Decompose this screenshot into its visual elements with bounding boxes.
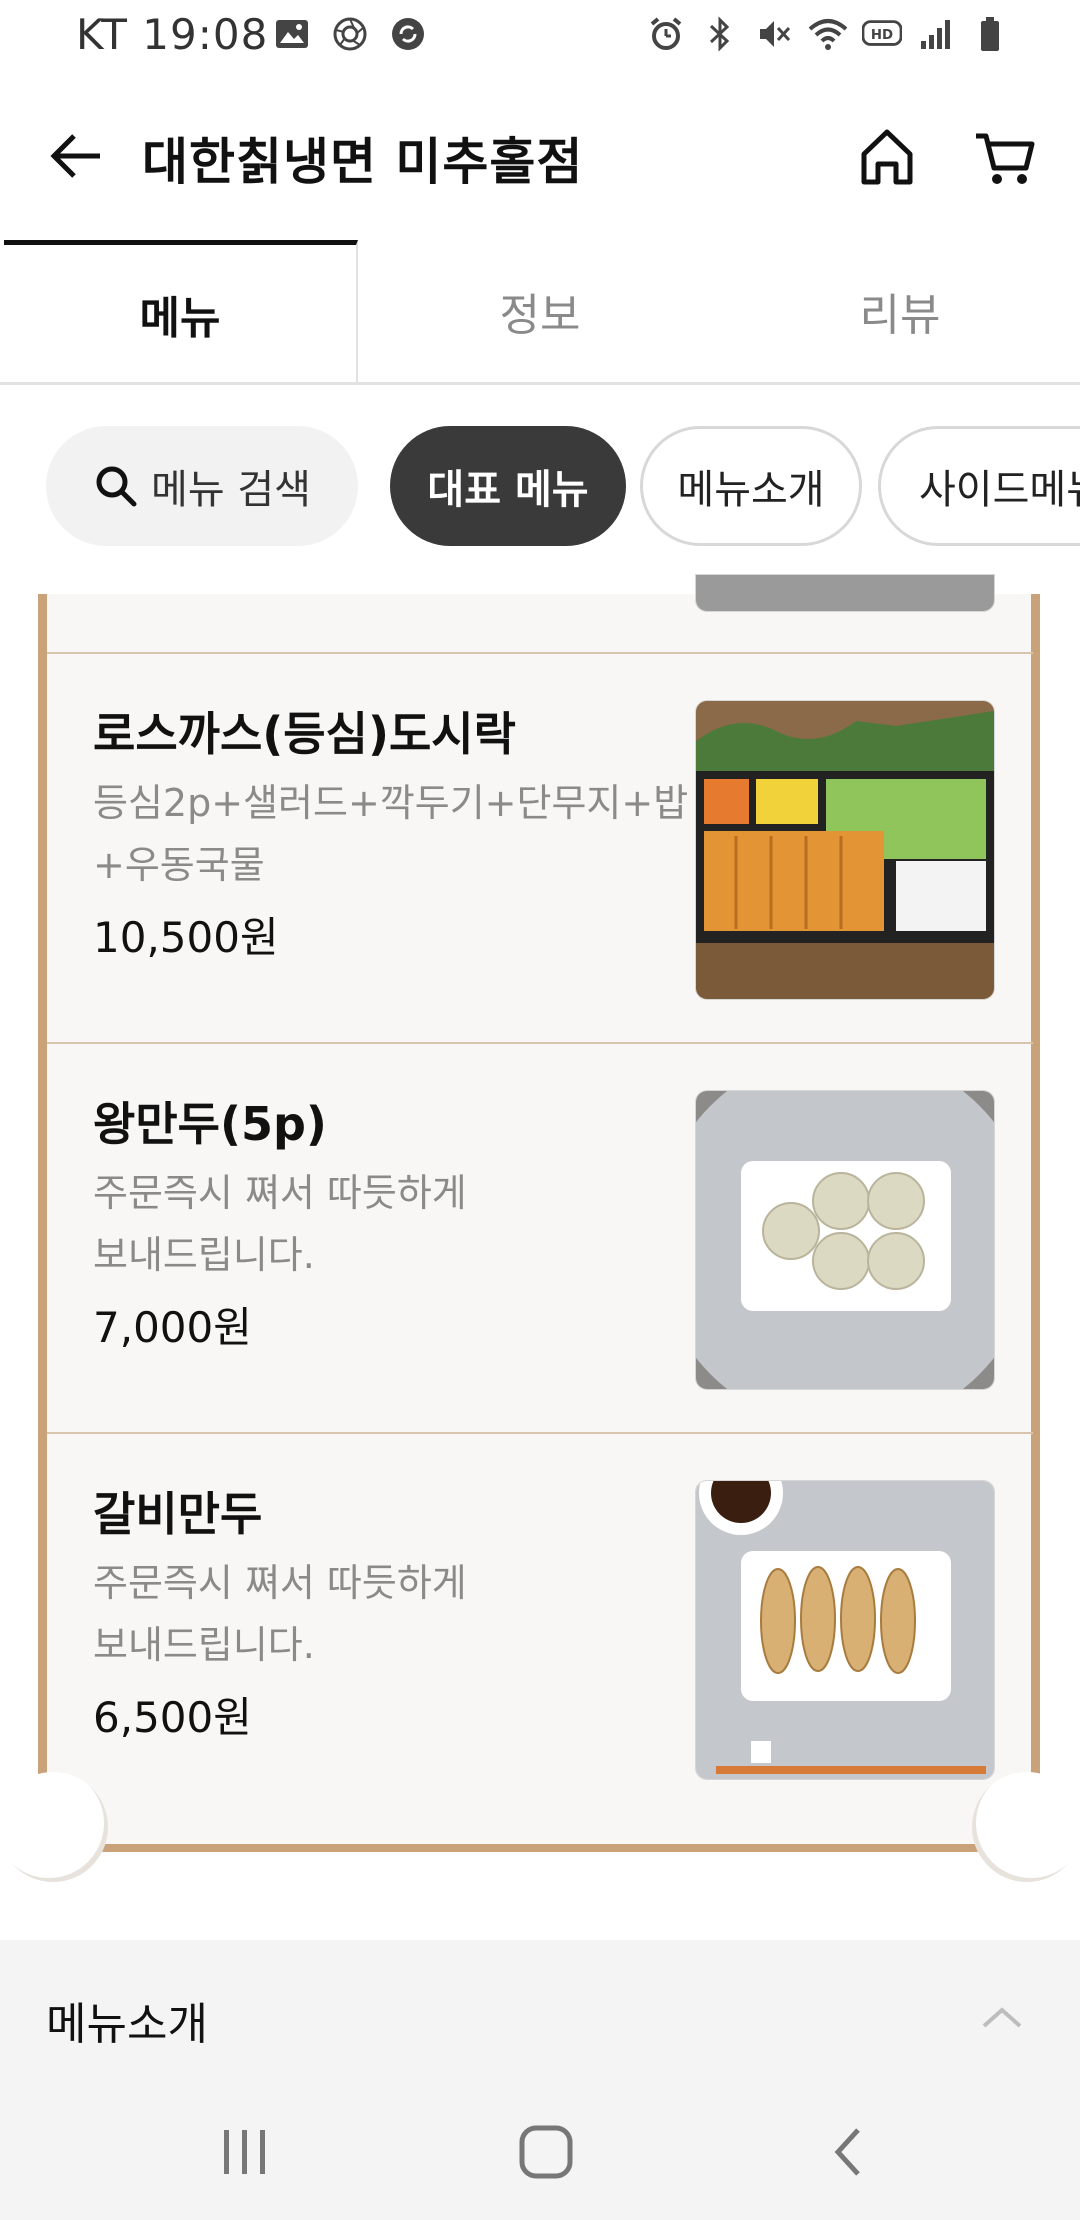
menu-item-image bbox=[695, 1090, 995, 1390]
alarm-icon bbox=[646, 14, 686, 54]
bluetooth-icon bbox=[700, 14, 740, 54]
aperture-icon bbox=[330, 14, 370, 54]
section-title: 메뉴소개 bbox=[46, 1999, 208, 2050]
menu-item-name: 갈비만두 bbox=[93, 1487, 263, 1541]
signal-icon bbox=[916, 14, 956, 54]
status-time: KT 19:08 bbox=[76, 10, 269, 59]
menu-item-desc: 주문즉시 쪄서 따듯하게 보내드립니다. bbox=[93, 1162, 693, 1286]
tab-review[interactable]: 리뷰 bbox=[720, 240, 1080, 382]
sync-icon bbox=[388, 14, 428, 54]
menu-item-price: 6,500원 bbox=[93, 1693, 252, 1742]
cart-icon[interactable] bbox=[970, 122, 1040, 192]
wifi-icon bbox=[808, 14, 848, 54]
menu-card: 로스까스(등심)도시락 등심2p+샐러드+깍두기+단무지+밥 +우동국물 10,… bbox=[0, 574, 1080, 1884]
chip-menu-intro[interactable]: 메뉴소개 bbox=[640, 426, 862, 546]
menu-item-desc-line: 보내드립니다. bbox=[93, 1233, 315, 1277]
system-nav-bar bbox=[0, 2080, 1080, 2220]
menu-item-desc: 등심2p+샐러드+깍두기+단무지+밥 +우동국물 bbox=[93, 772, 693, 896]
menu-item-price: 7,000원 bbox=[93, 1303, 252, 1352]
chip-side-menu[interactable]: 사이드메뉴 bbox=[878, 426, 1080, 546]
home-icon[interactable] bbox=[852, 122, 922, 192]
menu-item-desc-line: 주문즉시 쪄서 따듯하게 bbox=[93, 1171, 467, 1215]
tab-info[interactable]: 정보 bbox=[360, 240, 720, 382]
menu-item-desc: 주문즉시 쪄서 따듯하게 보내드립니다. bbox=[93, 1552, 693, 1676]
menu-item-desc-line: +우동국물 bbox=[93, 843, 265, 887]
gallery-icon bbox=[272, 14, 312, 54]
mute-icon bbox=[754, 14, 794, 54]
search-icon bbox=[96, 466, 137, 507]
menu-intro-section-header[interactable]: 메뉴소개 bbox=[0, 1940, 1080, 2080]
menu-item[interactable]: 왕만두(5p) 주문즉시 쪄서 따듯하게 보내드립니다. 7,000원 bbox=[47, 1042, 1033, 1434]
menu-item[interactable]: 갈비만두 주문즉시 쪄서 따듯하게 보내드립니다. 6,500원 bbox=[47, 1432, 1033, 1824]
menu-item-desc-line: 주문즉시 쪄서 따듯하게 bbox=[93, 1561, 467, 1605]
menu-item-name: 로스까스(등심)도시락 bbox=[93, 707, 516, 761]
menu-search-label: 메뉴 검색 bbox=[151, 467, 311, 513]
menu-search-button[interactable]: 메뉴 검색 bbox=[46, 426, 358, 546]
home-circle-icon[interactable] bbox=[514, 2120, 578, 2184]
previous-item-image bbox=[695, 574, 995, 612]
menu-item-image bbox=[695, 1480, 995, 1780]
arrow-left-icon[interactable] bbox=[44, 124, 108, 188]
hd-icon: HD bbox=[862, 14, 902, 54]
menu-item-desc-line: 보내드립니다. bbox=[93, 1623, 315, 1667]
previous-item-stub bbox=[47, 574, 1033, 654]
menu-item-name: 왕만두(5p) bbox=[93, 1097, 327, 1151]
app-bar: 대한칡냉면 미추홀점 bbox=[0, 96, 1080, 216]
recents-icon[interactable] bbox=[212, 2120, 276, 2184]
back-chevron-icon[interactable] bbox=[818, 2120, 882, 2184]
battery-icon bbox=[970, 14, 1010, 54]
menu-item[interactable]: 로스까스(등심)도시락 등심2p+샐러드+깍두기+단무지+밥 +우동국물 10,… bbox=[47, 652, 1033, 1044]
svg-text:HD: HD bbox=[871, 28, 893, 43]
category-chips: 메뉴 검색 대표 메뉴 메뉴소개 사이드메뉴 bbox=[0, 426, 1080, 550]
menu-item-image bbox=[695, 700, 995, 1000]
tab-menu[interactable]: 메뉴 bbox=[4, 240, 358, 382]
status-bar: KT 19:08 HD bbox=[0, 0, 1080, 72]
menu-item-desc-line: 등심2p+샐러드+깍두기+단무지+밥 bbox=[93, 781, 689, 825]
chevron-up-icon[interactable] bbox=[974, 1990, 1030, 2046]
menu-item-price: 10,500원 bbox=[93, 913, 279, 962]
tab-bar: 메뉴 정보 리뷰 bbox=[0, 240, 1080, 385]
page-title: 대한칡냉면 미추홀점 bbox=[142, 133, 584, 191]
chip-featured-menu[interactable]: 대표 메뉴 bbox=[390, 426, 626, 546]
